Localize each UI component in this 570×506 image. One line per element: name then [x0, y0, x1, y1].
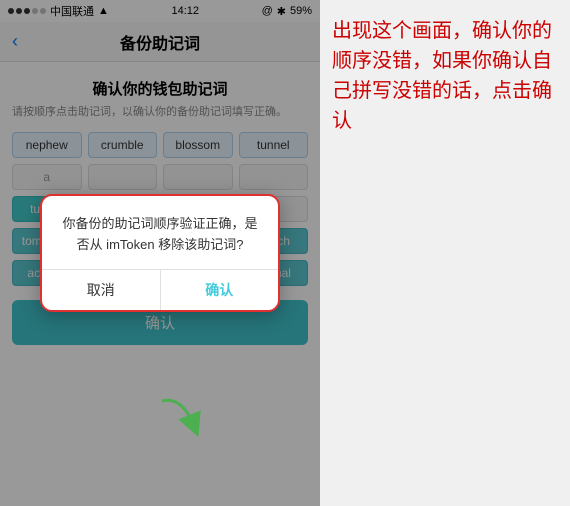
dialog-body: 你备份的助记词顺序验证正确，是否从 imToken 移除该助记词?	[42, 196, 278, 270]
dialog-box: 你备份的助记词顺序验证正确，是否从 imToken 移除该助记词? 取消 确认	[40, 194, 280, 313]
phone-container: 中国联通 ▲ 14:12 @ ✱ 59% ‹ 备份助记词 确认你的钱包助记词 请…	[0, 0, 320, 506]
dialog-cancel-button[interactable]: 取消	[42, 270, 161, 310]
dialog-buttons: 取消 确认	[42, 269, 278, 310]
annotation-panel: 出现这个画面，确认你的顺序没错，如果你确认自己拼写没错的话，点击确认	[320, 0, 570, 506]
dialog-message: 你备份的助记词顺序验证正确，是否从 imToken 移除该助记词?	[58, 214, 262, 256]
annotation-text: 出现这个画面，确认你的顺序没错，如果你确认自己拼写没错的话，点击确认	[332, 16, 558, 136]
dialog-overlay: 你备份的助记词顺序验证正确，是否从 imToken 移除该助记词? 取消 确认	[0, 0, 320, 506]
dialog-confirm-button[interactable]: 确认	[161, 270, 279, 310]
